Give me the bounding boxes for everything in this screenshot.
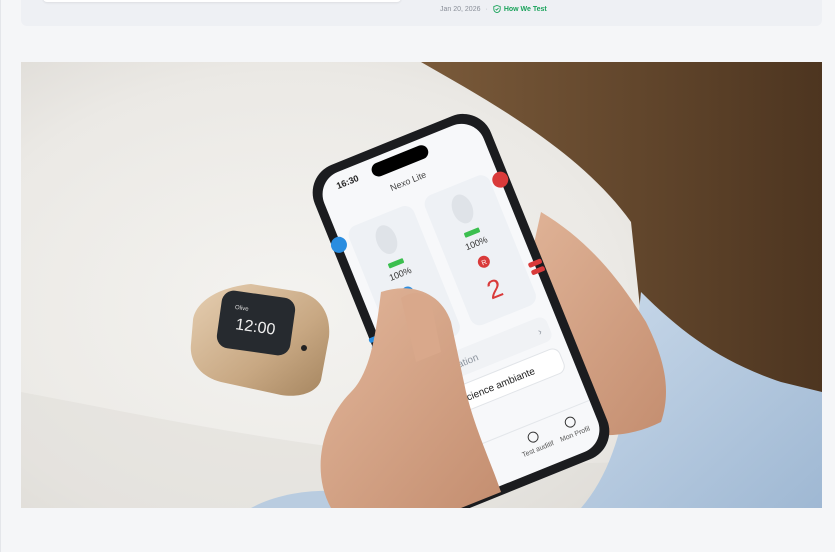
hero-photo: 16:30 Nexo Lite 100% L 2 — [21, 62, 822, 508]
previous-article-card[interactable]: Jan 20, 2026 · How We Test — [21, 0, 822, 26]
article-page: Jan 20, 2026 · How We Test 16:30 Nexo Li… — [0, 0, 835, 552]
hero-image: 16:30 Nexo Lite 100% L 2 — [21, 62, 822, 508]
shield-check-icon — [493, 5, 501, 13]
how-we-test-link[interactable]: How We Test — [493, 5, 547, 13]
how-we-test-label: How We Test — [503, 5, 547, 13]
case-port — [301, 345, 307, 351]
meta-separator: · — [485, 5, 488, 13]
article-preview-bar — [43, 0, 401, 2]
article-meta: Jan 20, 2026 · How We Test — [440, 3, 547, 15]
publish-date: Jan 20, 2026 — [440, 5, 481, 13]
